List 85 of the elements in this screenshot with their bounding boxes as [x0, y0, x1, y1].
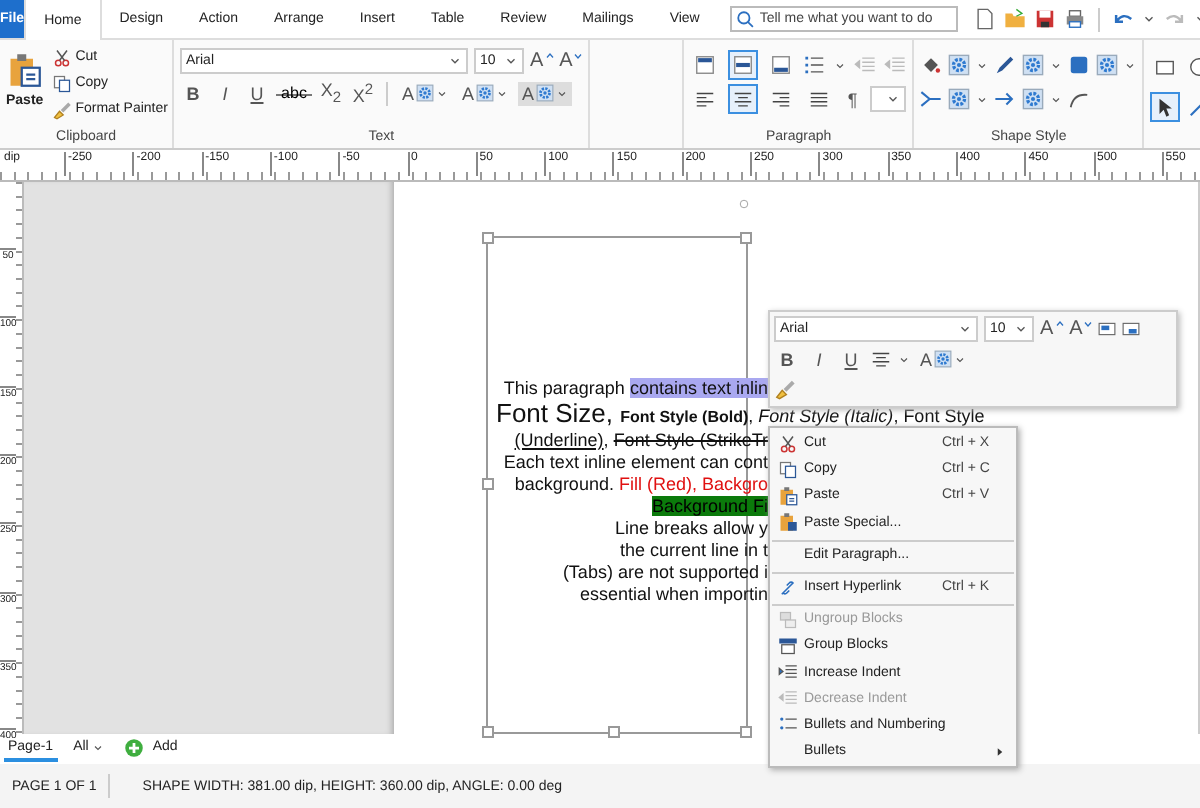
text-line: This paragraph contains text inlin — [501, 378, 768, 400]
text-align-icon[interactable] — [728, 84, 759, 114]
clipboard-icon — [778, 485, 798, 506]
pilcrow-button[interactable]: ¶ — [842, 87, 863, 111]
caret-icon — [886, 92, 901, 106]
text-line: background. Fill (Red), Backgro — [512, 474, 768, 496]
submenu-arrow-icon — [994, 745, 1006, 758]
caret-icon — [556, 87, 569, 99]
copy-icon — [778, 459, 798, 480]
gear-icon — [476, 84, 495, 102]
caret-icon[interactable] — [976, 93, 989, 105]
caret-icon[interactable] — [976, 59, 989, 71]
list-icon[interactable] — [804, 54, 827, 76]
text-line: Font Size, Font Style (Bold), Font Style (Italic), Font Style — [496, 398, 985, 430]
format-button[interactable]: I — [806, 347, 832, 371]
new-document-icon[interactable] — [973, 8, 996, 30]
group-icon — [778, 635, 798, 656]
format-button[interactable]: abc — [276, 81, 312, 105]
gear-icon[interactable] — [948, 88, 971, 110]
format-button[interactable]: X$_{2}$ — [318, 81, 344, 105]
caret-icon — [504, 54, 518, 68]
text-line: Line breaks allow y — [612, 518, 768, 540]
format-button[interactable]: B — [774, 347, 800, 371]
print-icon[interactable] — [1063, 8, 1086, 30]
gear-icon[interactable] — [1022, 88, 1045, 110]
gear-icon[interactable] — [948, 54, 971, 76]
text-line: (Tabs) are not supported i — [560, 562, 768, 584]
caret-icon[interactable] — [1050, 59, 1063, 71]
shrink-font-button[interactable]: A — [559, 49, 583, 73]
caret-icon — [496, 87, 509, 99]
copy-icon — [51, 73, 72, 93]
caret-icon[interactable] — [1050, 93, 1063, 105]
pointer-icon[interactable] — [1150, 92, 1181, 122]
gear-icon[interactable] — [1022, 54, 1045, 76]
caret-icon — [1014, 322, 1028, 336]
text-line: essential when importin — [577, 584, 768, 606]
caret-icon — [436, 87, 449, 99]
caret-icon[interactable] — [898, 353, 910, 365]
format-button[interactable]: I — [212, 81, 238, 105]
square-icon[interactable] — [1068, 54, 1091, 76]
brush-icon[interactable] — [774, 378, 796, 400]
bullet-list-icon — [778, 714, 798, 735]
connector-icon[interactable] — [920, 88, 943, 110]
color-button[interactable]: A — [916, 347, 971, 371]
format-button[interactable]: B — [180, 81, 206, 105]
format-button[interactable]: U — [838, 347, 864, 371]
gear-icon — [536, 84, 555, 102]
caret-icon — [448, 54, 462, 68]
outdent-icon — [778, 688, 798, 709]
text-line: Each text inline element can cont — [501, 452, 768, 474]
save-icon[interactable] — [1033, 8, 1056, 30]
arrow-icon[interactable] — [994, 88, 1017, 110]
gear-icon[interactable] — [1096, 54, 1119, 76]
pen-icon[interactable] — [994, 54, 1017, 76]
caret-icon — [92, 741, 105, 753]
color-button[interactable]: A — [518, 81, 573, 105]
brush-icon — [51, 99, 72, 119]
color-button[interactable]: A — [398, 81, 453, 105]
caret-icon[interactable] — [1124, 59, 1137, 71]
text-line: (Underline), Font Style (StrikeTr — [512, 430, 768, 452]
search-icon — [735, 10, 754, 28]
caret-icon[interactable] — [834, 59, 847, 71]
text-line: the current line in t — [617, 540, 768, 562]
scissors-icon — [51, 47, 72, 67]
curve-icon[interactable] — [1068, 88, 1091, 110]
scissors-icon — [778, 433, 798, 454]
fill-icon[interactable] — [920, 54, 943, 76]
format-button[interactable]: U — [244, 81, 270, 105]
caret-icon[interactable] — [1141, 12, 1156, 26]
grow-font-button[interactable]: A — [530, 49, 554, 73]
ungroup-icon — [778, 609, 798, 630]
grow-font-button[interactable]: A — [1040, 317, 1064, 341]
align-icon[interactable] — [870, 348, 892, 370]
clipboard-icon — [6, 52, 43, 88]
clipboard-icon — [778, 512, 798, 533]
caret-icon — [958, 322, 972, 336]
link-icon — [778, 577, 798, 598]
format-button[interactable]: X$^{2}$ — [350, 81, 376, 105]
rotate-handle-icon[interactable] — [738, 198, 750, 210]
gear-icon — [416, 84, 435, 102]
shrink-font-button[interactable]: A — [1069, 317, 1093, 341]
color-button[interactable]: A — [458, 81, 513, 105]
gear-icon — [934, 350, 953, 368]
vertical-align-icon[interactable] — [728, 50, 759, 80]
caret-icon — [954, 353, 967, 365]
